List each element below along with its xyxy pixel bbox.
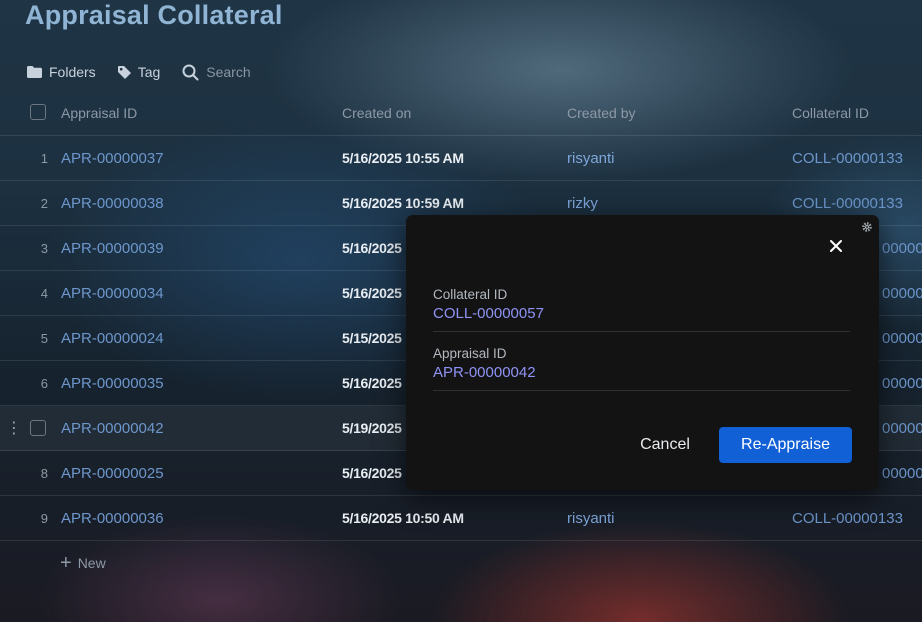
appraisal-id-link[interactable]: APR-00000034 <box>61 271 164 315</box>
new-record-button[interactable]: + New <box>60 553 106 573</box>
table-row[interactable]: 1 APR-00000037 5/16/2025 10:55 AM risyan… <box>0 136 922 181</box>
appraisal-id-label: Appraisal ID <box>433 346 507 361</box>
search-input[interactable]: Search <box>182 64 251 81</box>
created-on-value: 5/19/2025 <box>342 420 402 436</box>
kebab-icon[interactable]: ⋮ <box>6 406 22 450</box>
collateral-id-field: Collateral ID COLL-00000057 <box>433 287 850 332</box>
folders-button[interactable]: Folders <box>27 64 96 80</box>
gear-icon[interactable] <box>861 221 873 233</box>
collateral-id-label: Collateral ID <box>433 287 508 302</box>
appraisal-id-link[interactable]: APR-00000037 <box>61 136 164 180</box>
header-appraisal-id[interactable]: Appraisal ID <box>61 90 137 135</box>
collateral-id-link[interactable]: 00000133 <box>882 226 922 270</box>
row-number: 2 <box>40 195 48 211</box>
row-number: 8 <box>40 465 48 481</box>
tag-icon <box>117 65 131 79</box>
search-icon <box>182 64 199 80</box>
created-on-value: 5/15/2025 <box>342 330 402 346</box>
folder-icon <box>27 66 42 78</box>
row-number: 6 <box>40 375 48 391</box>
header-created-by[interactable]: Created by <box>567 90 635 135</box>
collateral-id-link[interactable]: 00000133 <box>882 361 922 405</box>
collateral-id-value[interactable]: COLL-00000057 <box>433 305 850 322</box>
collateral-id-link[interactable]: COLL-00000133 <box>792 136 903 180</box>
search-placeholder: Search <box>206 64 251 80</box>
row-number: 5 <box>40 330 48 346</box>
table-header: Appraisal ID Created on Created by Colla… <box>0 90 922 136</box>
created-by-link[interactable]: risyanti <box>567 136 615 180</box>
select-all-checkbox[interactable] <box>30 104 46 120</box>
new-label: New <box>77 555 106 571</box>
row-checkbox[interactable] <box>30 420 46 436</box>
folders-label: Folders <box>49 64 96 80</box>
appraisal-id-link[interactable]: APR-00000039 <box>61 226 164 270</box>
appraisal-id-link[interactable]: APR-00000035 <box>61 361 164 405</box>
re-appraise-button[interactable]: Re-Appraise <box>719 427 852 463</box>
close-icon[interactable] <box>827 237 845 255</box>
created-on-value: 5/16/2025 <box>342 375 402 391</box>
plus-icon: + <box>60 552 72 574</box>
appraisal-id-field: Appraisal ID APR-00000042 <box>433 346 850 391</box>
appraisal-id-link[interactable]: APR-00000025 <box>61 451 164 495</box>
created-on-value: 5/16/2025 <box>342 465 402 481</box>
collateral-id-link[interactable]: COLL-00000133 <box>792 496 903 540</box>
created-on-value: 5/16/2025 <box>342 285 402 301</box>
cancel-button[interactable]: Cancel <box>622 427 708 463</box>
created-on-value: 5/16/2025 10:55 AM <box>342 150 464 166</box>
toolbar: Folders Tag Search <box>27 62 273 82</box>
re-appraise-dialog: Collateral ID COLL-00000057 Appraisal ID… <box>406 215 879 490</box>
tag-label: Tag <box>137 64 161 80</box>
table-row[interactable]: 9 APR-00000036 5/16/2025 10:50 AM risyan… <box>0 496 922 541</box>
row-number: 4 <box>40 285 48 301</box>
created-by-link[interactable]: risyanti <box>567 496 615 540</box>
created-on-value: 5/16/2025 10:50 AM <box>342 510 464 526</box>
collateral-id-link[interactable]: 00000133 <box>882 451 922 495</box>
row-number: 3 <box>40 240 48 256</box>
row-number: 9 <box>40 510 48 526</box>
header-created-on[interactable]: Created on <box>342 90 411 135</box>
appraisal-id-link[interactable]: APR-00000038 <box>61 181 164 225</box>
appraisal-id-value[interactable]: APR-00000042 <box>433 364 850 381</box>
appraisal-id-link[interactable]: APR-00000024 <box>61 316 164 360</box>
appraisal-id-link[interactable]: APR-00000042 <box>61 406 164 450</box>
row-number: 1 <box>40 150 48 166</box>
collateral-id-link[interactable]: 00000133 <box>882 271 922 315</box>
tag-button[interactable]: Tag <box>117 64 161 80</box>
collateral-id-link[interactable]: 00000057 <box>882 406 922 450</box>
page-title: Appraisal Collateral <box>25 0 283 30</box>
created-on-value: 5/16/2025 <box>342 240 402 256</box>
appraisal-id-link[interactable]: APR-00000036 <box>61 496 164 540</box>
header-collateral-id[interactable]: Collateral ID <box>792 90 869 135</box>
collateral-id-link[interactable]: 00000057 <box>882 316 922 360</box>
